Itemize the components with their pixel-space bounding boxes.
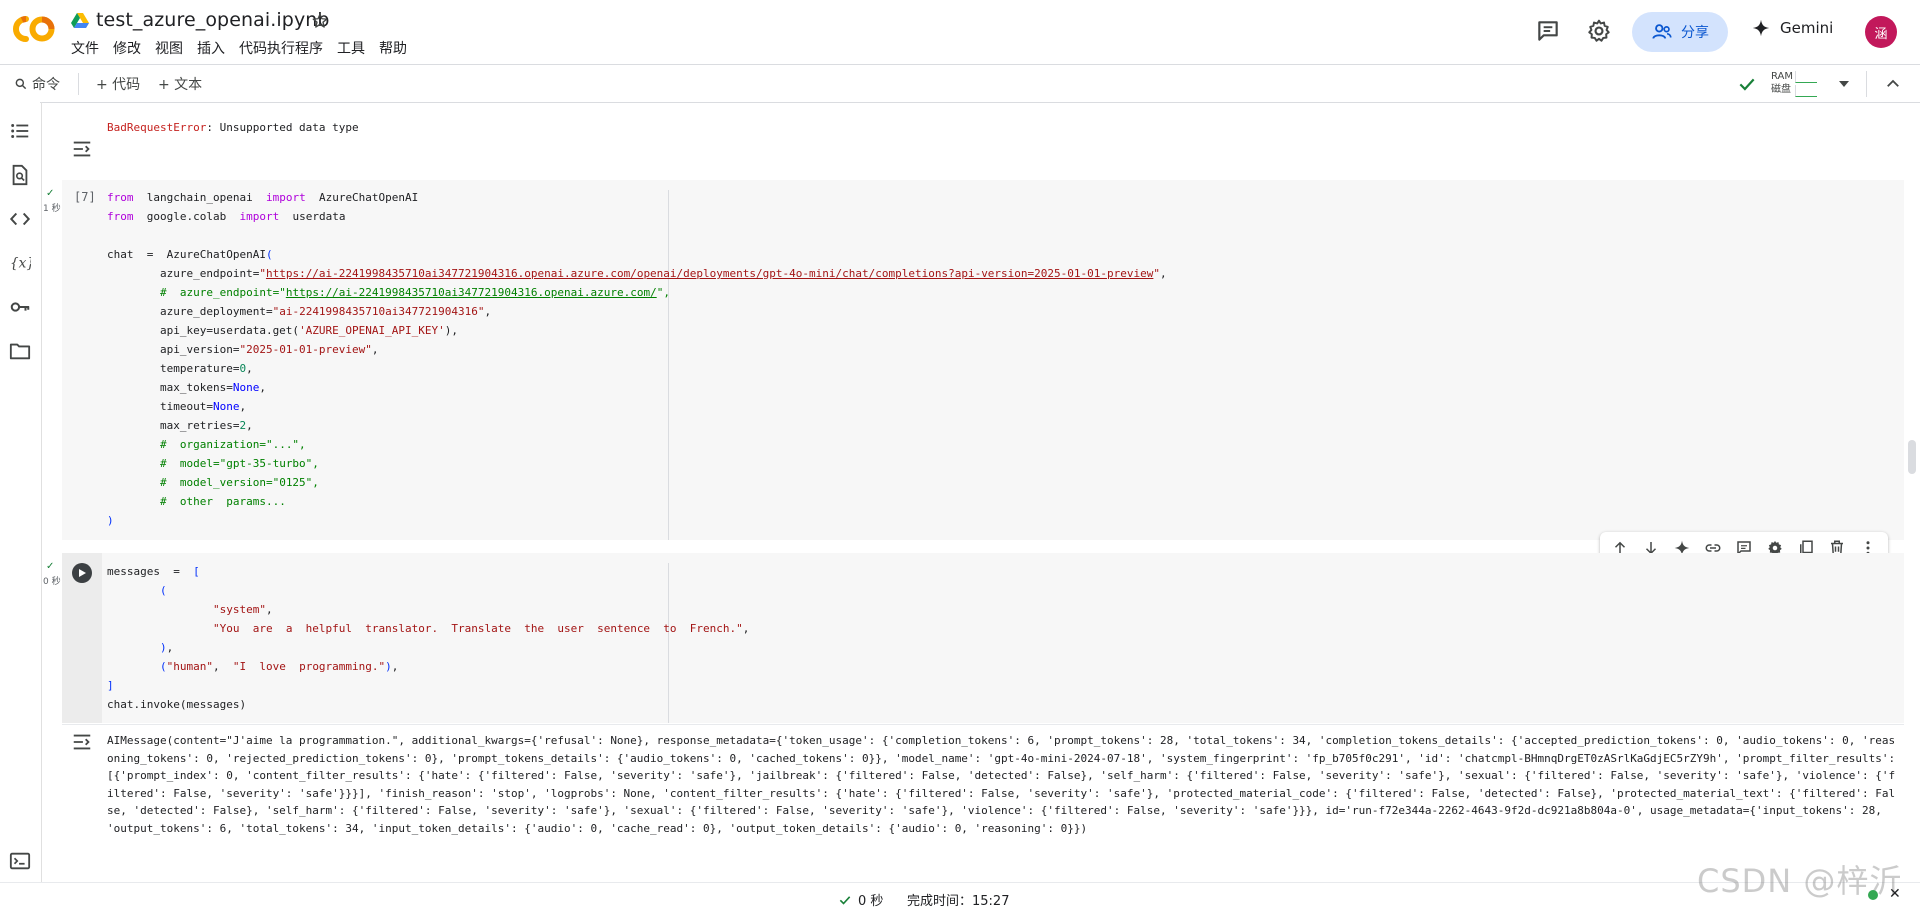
caret-down-icon[interactable]: [1838, 79, 1850, 89]
cell1-execution-count: [7]: [74, 190, 96, 204]
api-version-value: "2025-01-01-preview": [239, 343, 372, 356]
code-snippets-icon[interactable]: [9, 208, 31, 230]
variables-icon[interactable]: {x}: [9, 252, 31, 274]
menu-insert[interactable]: 插入: [190, 40, 232, 58]
gemini-sparkle-icon: [1752, 19, 1770, 37]
output-actions-icon[interactable]: [71, 731, 93, 753]
cell1-code-editor[interactable]: from langchain_openai import AzureChatOp…: [107, 188, 1167, 530]
notebook-title[interactable]: test_azure_openai.ipynb: [96, 9, 330, 31]
cell1-exec-time: 1 秒: [43, 204, 61, 214]
disk-meter-bar: [1795, 85, 1817, 97]
menu-tools[interactable]: 工具: [330, 40, 372, 58]
chevron-up-icon[interactable]: [1884, 75, 1902, 93]
endpoint-url-link[interactable]: https://ai-2241998435710ai347721904316.o…: [266, 267, 1153, 280]
menu-help[interactable]: 帮助: [372, 40, 414, 58]
error-message: : Unsupported data type: [206, 121, 359, 134]
elapsed-time: 0 秒: [858, 894, 884, 909]
menu-file[interactable]: 文件: [71, 40, 106, 58]
error-name: BadRequestError: [107, 121, 207, 134]
toolbar-separator-right: [1866, 71, 1867, 97]
add-code-button[interactable]: + 代码: [96, 74, 140, 94]
resource-meter[interactable]: [1795, 71, 1817, 97]
comment-icon[interactable]: [1535, 18, 1561, 44]
cell2-success-check-icon: ✓: [46, 561, 55, 572]
cell2-code-editor[interactable]: messages = [ ( "system", "You are a help…: [107, 562, 749, 714]
ram-meter-bar: [1795, 71, 1817, 83]
commented-endpoint-url[interactable]: https://ai-2241998435710ai347721904316.o…: [286, 286, 657, 299]
svg-text:{x}: {x}: [10, 256, 31, 272]
secrets-key-icon[interactable]: [9, 296, 31, 318]
cell2-exec-time: 0 秒: [43, 577, 61, 587]
sidebar-divider: [41, 102, 42, 882]
resource-labels[interactable]: RAM 磁盘: [1771, 70, 1793, 96]
menu-view[interactable]: 视图: [148, 40, 190, 58]
colab-logo-icon[interactable]: [12, 14, 56, 44]
status-check-icon: [839, 895, 851, 905]
share-label: 分享: [1681, 25, 1709, 41]
people-icon: [1652, 24, 1672, 39]
cell2-output-text: AIMessage(content="J'aime la programmati…: [107, 734, 1896, 835]
connection-status-dot: [1868, 890, 1878, 900]
user-avatar[interactable]: 涵: [1865, 16, 1897, 48]
disk-label: 磁盘: [1771, 84, 1791, 95]
gemini-label: Gemini: [1780, 19, 1834, 37]
notebook-toolbar: 命令 + 代码 + 文本 RAM 磁盘: [0, 64, 1920, 103]
terminal-icon[interactable]: [9, 850, 31, 872]
ram-label: RAM: [1771, 71, 1794, 82]
left-sidebar: {x}: [0, 102, 40, 902]
close-status-icon[interactable]: ✕: [1889, 886, 1901, 902]
deployment-value: "ai-2241998435710ai347721904316": [272, 305, 485, 318]
menu-runtime[interactable]: 代码执行程序: [232, 40, 330, 58]
menu-bar: 文件 修改 视图 插入 代码执行程序 工具 帮助: [71, 40, 414, 58]
api-key-arg: 'AZURE_OPENAI_API_KEY': [299, 324, 445, 337]
run-cell-button[interactable]: [72, 563, 92, 583]
status-bar: 0 秒 完成时间：15:27: [0, 882, 1920, 912]
completion-time: 完成时间：15:27: [907, 894, 1010, 909]
command-palette-button[interactable]: 命令: [14, 74, 60, 94]
google-drive-icon: [71, 13, 89, 28]
command-label: 命令: [32, 77, 60, 93]
find-in-document-icon[interactable]: [9, 164, 31, 186]
system-role-string: "system": [212, 603, 266, 616]
human-prompt-string: "I love programming.": [232, 660, 386, 673]
play-icon: [79, 569, 86, 577]
cell1-success-check-icon: ✓: [46, 188, 55, 199]
status-elapsed: 0 秒: [838, 890, 883, 909]
add-text-button[interactable]: + 文本: [158, 74, 202, 94]
human-role-string: "human": [166, 660, 213, 673]
menu-edit[interactable]: 修改: [106, 40, 148, 58]
files-folder-icon[interactable]: [9, 340, 31, 362]
toolbar-separator: [78, 73, 79, 95]
share-button[interactable]: 分享: [1632, 12, 1728, 52]
connected-check-icon[interactable]: [1737, 74, 1757, 94]
error-output-line: BadRequestError: Unsupported data type: [107, 118, 359, 137]
header: test_azure_openai.ipynb 文件 修改 视图 插入 代码执行…: [0, 0, 1920, 64]
star-icon[interactable]: [311, 12, 329, 30]
table-of-contents-icon[interactable]: [9, 120, 31, 142]
page-scrollbar[interactable]: [1908, 440, 1916, 474]
search-icon: [15, 78, 27, 90]
system-prompt-string: "You are a helpful translator. Translate…: [212, 622, 743, 635]
settings-gear-icon[interactable]: [1586, 18, 1612, 44]
output-actions-icon[interactable]: [71, 138, 93, 160]
gemini-button[interactable]: Gemini: [1752, 19, 1833, 37]
